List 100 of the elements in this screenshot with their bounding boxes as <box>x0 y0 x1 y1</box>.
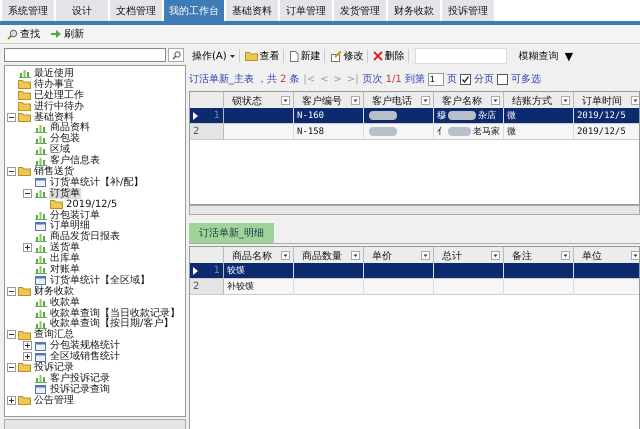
tree-item[interactable]: 收款单查询【按日期/客户】 <box>49 318 174 330</box>
table-cell <box>224 124 294 140</box>
caret-icon <box>228 54 236 58</box>
window-icon <box>34 340 47 351</box>
new-button[interactable]: 新建 <box>286 49 325 63</box>
tree-item[interactable]: 订货单统计【补/配】 <box>49 176 144 188</box>
tree-item[interactable]: 对账单 <box>49 264 81 275</box>
page-input[interactable]: 1 <box>428 72 444 86</box>
tree-item[interactable]: 出库单 <box>49 253 81 264</box>
dropdown-icon <box>281 251 290 260</box>
table-cell <box>294 279 364 295</box>
tree-item[interactable]: 收款单查询【当日收款记录】 <box>49 308 181 319</box>
table-cell: N-158 <box>294 124 364 140</box>
table-cell-text: 老马家 <box>473 126 500 138</box>
menu-tab[interactable]: 文档管理 <box>110 0 162 21</box>
tree-toggle-icon[interactable] <box>7 286 16 296</box>
tree-item[interactable]: 查询汇总 <box>33 329 75 340</box>
delete-button[interactable]: 删除 <box>370 49 409 63</box>
tree-toggle-icon[interactable] <box>7 362 16 372</box>
tree-toggle-icon[interactable] <box>7 112 16 122</box>
page-label: 页次 <box>362 73 383 86</box>
tree-item[interactable]: 最近使用 <box>33 68 75 79</box>
tree-item[interactable]: 分包装 <box>49 133 81 144</box>
menu-tab[interactable]: 财务收款 <box>388 0 440 21</box>
tree-toggle-icon[interactable] <box>23 341 32 350</box>
detail-tab[interactable]: 订活单新_明细 <box>189 223 274 243</box>
tree-item[interactable]: 订货单统计【全区域】 <box>49 274 151 286</box>
tree-item[interactable]: 订货单 <box>49 188 81 199</box>
tree-item[interactable]: 客户投诉记录 <box>49 372 111 384</box>
tree-item[interactable]: 商品发货日报表 <box>49 231 121 242</box>
tree-toggle-icon[interactable] <box>23 352 32 362</box>
row-header[interactable]: 2 <box>190 279 224 295</box>
menu-button[interactable]: 操作(A) <box>189 49 240 63</box>
menu-tab[interactable]: 发货管理 <box>334 0 386 21</box>
tree-item[interactable]: 区域 <box>49 144 71 156</box>
tree-item[interactable]: 已处理工作 <box>33 90 85 101</box>
dropdown-icon <box>351 251 360 260</box>
tree-item[interactable]: 投诉记录查询 <box>49 384 111 395</box>
row-header[interactable]: 1 <box>190 108 224 124</box>
tree-item[interactable]: 公告管理 <box>33 394 75 406</box>
goto-label: 到第 <box>404 73 425 86</box>
table-cell-text: 亻 <box>437 126 446 138</box>
filter-field[interactable] <box>414 48 507 64</box>
tree-item[interactable]: 分包装订单 <box>49 210 101 221</box>
tree-toggle-icon[interactable] <box>7 166 16 176</box>
table-cell-text: 杂店 <box>478 110 496 122</box>
tree-item[interactable]: 订单明细 <box>49 220 91 232</box>
horizontal-scrollbar[interactable] <box>189 205 640 215</box>
search-button[interactable]: 查找 <box>4 27 43 41</box>
tree-item[interactable]: 商品资料 <box>49 122 91 134</box>
menu-tab[interactable]: 订单管理 <box>280 0 332 21</box>
menu-tab[interactable]: 设计 <box>56 0 108 21</box>
table-cell <box>434 279 504 295</box>
tree-item[interactable]: 待办事宜 <box>33 78 75 90</box>
checkbox[interactable] <box>460 74 471 84</box>
menu-tab[interactable]: 我的工作台 <box>164 0 224 21</box>
table-cell: 补较馍 <box>224 279 294 295</box>
menu-tab[interactable]: 系统管理 <box>2 0 54 21</box>
folder-icon <box>244 51 258 61</box>
tree-item[interactable]: 2019/12/5 <box>65 198 118 210</box>
tree-item[interactable]: 财务收款 <box>33 286 75 297</box>
row-header[interactable]: 1 <box>190 263 224 279</box>
table-cell: N-160 <box>294 108 364 124</box>
table-cell <box>504 263 574 279</box>
record-count: 2 <box>280 74 286 84</box>
folder-icon <box>18 112 31 122</box>
checkbox[interactable] <box>496 74 508 84</box>
menu-tab[interactable]: 基础资料 <box>226 0 278 21</box>
tree-item[interactable]: 客户信息表 <box>49 155 101 166</box>
tree-toggle-icon[interactable] <box>23 243 32 252</box>
folder-icon <box>18 90 31 100</box>
edit-button[interactable]: 修改 <box>326 49 368 63</box>
search-field[interactable] <box>4 48 166 62</box>
current-row-icon <box>193 266 198 274</box>
chart-icon <box>34 242 47 253</box>
record-count-unit: 条 <box>289 73 300 86</box>
window-icon <box>34 384 47 394</box>
table-cell <box>364 279 434 295</box>
tree-toggle-icon[interactable] <box>7 396 16 405</box>
tree-item[interactable]: 分包装规格统计 <box>49 340 121 352</box>
chart-icon <box>34 188 47 198</box>
row-header[interactable]: 2 <box>190 124 224 140</box>
view-button[interactable]: 查看 <box>242 49 284 63</box>
tree-item[interactable]: 投诉记录 <box>33 362 75 373</box>
blurred-redaction <box>369 127 397 136</box>
tree-item[interactable]: 收款单 <box>49 296 81 308</box>
tree-item[interactable]: 全区域销售统计 <box>49 351 121 362</box>
delete-icon <box>372 51 383 61</box>
edit-icon <box>330 50 342 62</box>
search-button[interactable] <box>168 48 184 62</box>
filter-dropdown-button[interactable]: ▼ <box>560 50 578 62</box>
tree-item[interactable]: 销售送货 <box>33 166 75 177</box>
tree-item[interactable]: 进行中待办 <box>33 100 85 112</box>
menu-tab[interactable]: 投诉管理 <box>442 0 494 21</box>
tree-toggle-icon[interactable] <box>23 188 32 198</box>
tree-item[interactable]: 基础资料 <box>33 112 75 123</box>
refresh-button[interactable]: 刷新 <box>47 27 87 41</box>
horizontal-scrollbar[interactable] <box>4 419 186 429</box>
tree-item[interactable]: 送货单 <box>49 242 81 254</box>
tree-toggle-icon[interactable] <box>7 330 16 340</box>
